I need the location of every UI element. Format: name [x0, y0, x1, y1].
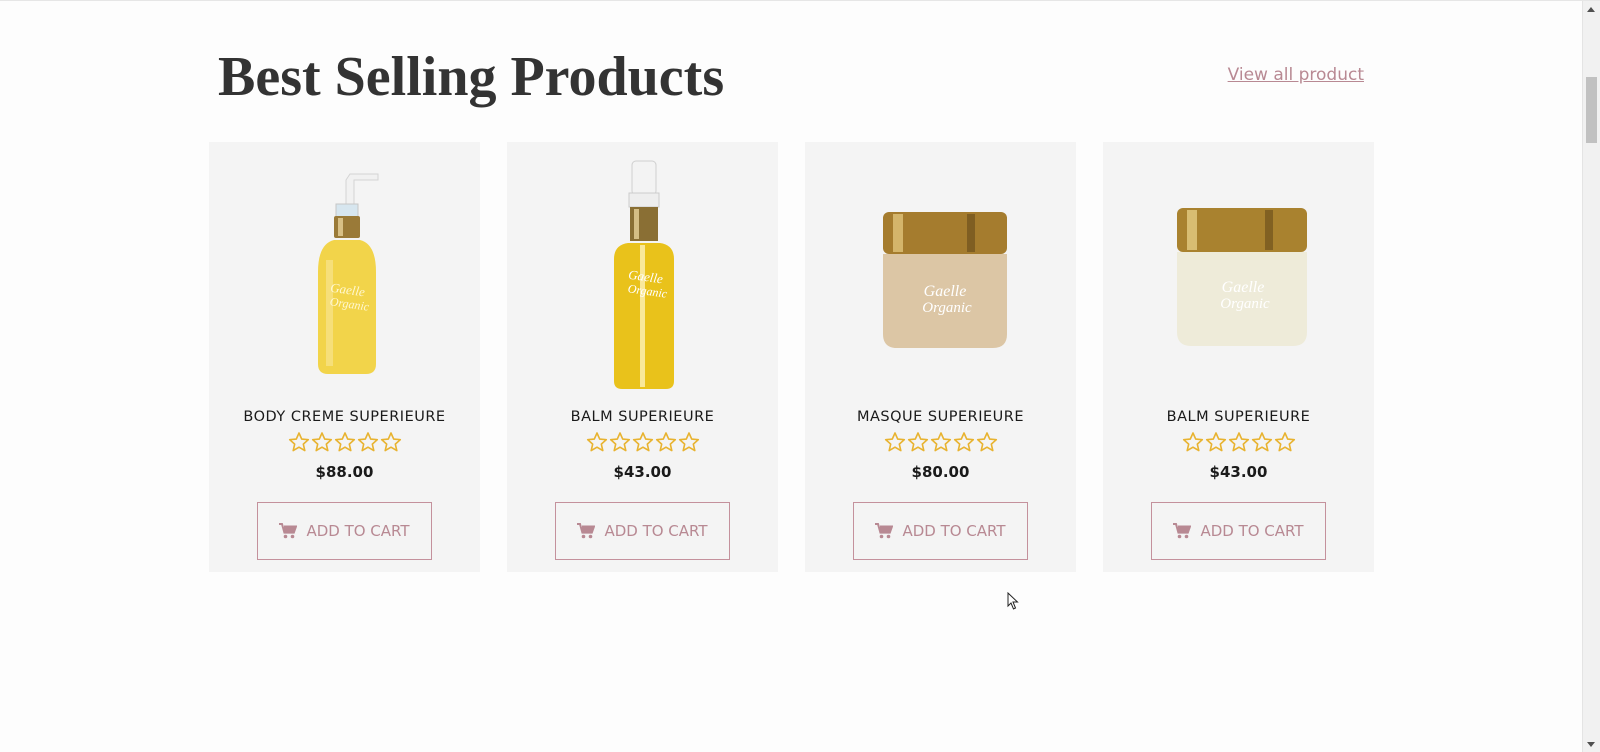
add-to-cart-label: ADD TO CART	[306, 522, 410, 540]
star-icon	[930, 432, 951, 452]
product-name[interactable]: BODY CREME SUPERIEURE	[209, 409, 480, 425]
product-image[interactable]: Gaelle Organic	[1103, 154, 1374, 404]
star-icon	[976, 432, 997, 452]
scroll-down-arrow-icon[interactable]	[1587, 742, 1595, 747]
product-price: $43.00	[1209, 463, 1268, 481]
product-price: $43.00	[613, 463, 672, 481]
beige-cream-jar-icon: Gaelle Organic	[882, 212, 1007, 348]
product-card[interactable]: Gaelle Organic MASQUE SUPERIEURE $80.00 …	[805, 142, 1076, 572]
product-card[interactable]: Gaelle Organic BODY CREME SUPERIEURE $88…	[209, 142, 480, 572]
star-icon	[655, 432, 676, 452]
add-to-cart-button[interactable]: ADD TO CART	[853, 502, 1028, 560]
star-icon	[1205, 432, 1226, 452]
scroll-up-arrow-icon[interactable]	[1587, 7, 1595, 12]
add-to-cart-label: ADD TO CART	[1200, 522, 1304, 540]
add-to-cart-button[interactable]: ADD TO CART	[257, 502, 432, 560]
product-card[interactable]: Gaelle Organic BALM SUPERIEURE $43.00 AD…	[507, 142, 778, 572]
star-icon	[1251, 432, 1272, 452]
star-icon	[609, 432, 630, 452]
cart-icon	[875, 523, 894, 539]
product-brand-line2: Organic	[922, 300, 972, 316]
scrollbar-thumb[interactable]	[1586, 77, 1597, 143]
star-icon	[907, 432, 928, 452]
product-brand-line1: Gaelle	[923, 283, 966, 300]
add-to-cart-button[interactable]: ADD TO CART	[555, 502, 730, 560]
star-icon	[357, 432, 378, 452]
cart-icon	[1173, 523, 1192, 539]
cart-icon	[279, 523, 298, 539]
mouse-pointer-icon	[1007, 592, 1019, 610]
star-icon	[884, 432, 905, 452]
star-icon	[1228, 432, 1249, 452]
pearl-cream-jar-icon: Gaelle Organic	[1176, 208, 1307, 346]
oil-pump-bottle-icon: Gaelle Organic	[613, 160, 674, 389]
product-name[interactable]: BALM SUPERIEURE	[507, 409, 778, 425]
product-brand-line2: Organic	[1220, 296, 1270, 312]
product-name[interactable]: MASQUE SUPERIEURE	[805, 409, 1076, 425]
product-rating	[507, 431, 778, 453]
product-rating	[1103, 431, 1374, 453]
star-icon	[678, 432, 699, 452]
vertical-scrollbar[interactable]	[1582, 1, 1600, 752]
star-icon	[586, 432, 607, 452]
star-icon	[311, 432, 332, 452]
cart-icon	[577, 523, 596, 539]
add-to-cart-label: ADD TO CART	[604, 522, 708, 540]
product-card[interactable]: Gaelle Organic BALM SUPERIEURE $43.00 AD…	[1103, 142, 1374, 572]
view-all-products-link[interactable]: View all product	[1228, 65, 1364, 85]
star-icon	[288, 432, 309, 452]
yellow-pump-bottle-icon: Gaelle Organic	[317, 173, 378, 374]
star-icon	[1274, 432, 1295, 452]
product-rating	[805, 431, 1076, 453]
star-icon	[380, 432, 401, 452]
add-to-cart-label: ADD TO CART	[902, 522, 1006, 540]
star-icon	[1182, 432, 1203, 452]
star-icon	[334, 432, 355, 452]
page: Best Selling Products View all product G…	[0, 0, 1600, 752]
product-name[interactable]: BALM SUPERIEURE	[1103, 409, 1374, 425]
product-image[interactable]: Gaelle Organic	[507, 154, 778, 404]
star-icon	[953, 432, 974, 452]
product-grid: Gaelle Organic BODY CREME SUPERIEURE $88…	[209, 142, 1374, 572]
star-icon	[632, 432, 653, 452]
product-image[interactable]: Gaelle Organic	[805, 154, 1076, 404]
section-title: Best Selling Products	[218, 46, 725, 108]
product-rating	[209, 431, 480, 453]
product-price: $80.00	[911, 463, 970, 481]
product-image[interactable]: Gaelle Organic	[209, 154, 480, 404]
product-price: $88.00	[315, 463, 374, 481]
add-to-cart-button[interactable]: ADD TO CART	[1151, 502, 1326, 560]
product-brand-line1: Gaelle	[1221, 279, 1264, 296]
